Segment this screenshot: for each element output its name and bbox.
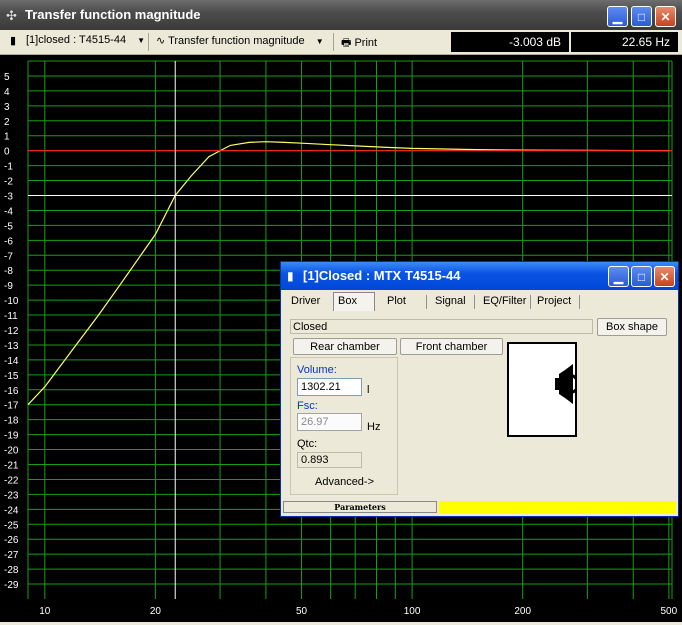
advanced-link[interactable]: Advanced-> xyxy=(315,476,374,488)
child-title-bar[interactable]: ▮ [1]Closed : MTX T4515-44 ▁ □ ✕ xyxy=(281,262,678,290)
child-close-button[interactable]: ✕ xyxy=(654,266,675,287)
tab-divider xyxy=(426,295,427,309)
close-button[interactable]: ✕ xyxy=(655,6,676,27)
y-tick-label: -22 xyxy=(4,475,19,486)
tab-divider xyxy=(579,295,580,309)
y-tick-label: -27 xyxy=(4,550,19,561)
toolbar-divider xyxy=(333,33,334,51)
document-icon: ▮ xyxy=(287,269,294,283)
y-tick-label: -11 xyxy=(4,311,18,322)
plot-type-dropdown[interactable]: ∿ Transfer function magnitude ▼ xyxy=(156,34,324,47)
y-tick-label: -7 xyxy=(4,251,13,262)
app-icon: ✣ xyxy=(6,8,17,23)
x-tick-label: 100 xyxy=(404,606,421,617)
box-type-field: Closed xyxy=(290,319,593,334)
child-window-title: [1]Closed : MTX T4515-44 xyxy=(303,268,461,283)
status-label: Parameters xyxy=(283,501,437,513)
y-tick-label: -10 xyxy=(4,296,19,307)
chevron-down-icon: ▼ xyxy=(315,37,324,46)
y-tick-label: -21 xyxy=(4,461,19,472)
tab-divider xyxy=(530,295,531,309)
x-tick-label: 20 xyxy=(150,606,162,617)
front-chamber-button[interactable]: Front chamber xyxy=(400,338,503,355)
maximize-button[interactable]: □ xyxy=(631,6,652,27)
y-tick-label: -16 xyxy=(4,386,19,397)
tab-eq-filter[interactable]: EQ/Filter xyxy=(479,293,530,310)
y-tick-label: -25 xyxy=(4,520,19,531)
volume-unit: l xyxy=(367,384,370,396)
y-tick-label: 4 xyxy=(4,87,10,98)
source-dropdown-label: [1]closed : T4515-44 xyxy=(26,34,127,46)
document-icon: ▮ xyxy=(10,35,17,47)
minimize-button[interactable]: ▁ xyxy=(607,6,628,27)
y-tick-label: -12 xyxy=(4,326,19,337)
db-readout: -3.003 dB xyxy=(451,32,569,52)
x-tick-label: 10 xyxy=(39,606,51,617)
child-minimize-button[interactable]: ▁ xyxy=(608,266,629,287)
y-tick-label: 1 xyxy=(4,132,10,143)
y-tick-label: -2 xyxy=(4,177,13,188)
y-tick-label: 5 xyxy=(4,72,10,83)
y-tick-label: -18 xyxy=(4,416,19,427)
y-tick-label: -20 xyxy=(4,446,19,457)
rear-chamber-button[interactable]: Rear chamber xyxy=(293,338,397,355)
x-tick-label: 50 xyxy=(296,606,308,617)
box-diagram xyxy=(507,342,580,437)
speaker-box-icon xyxy=(507,342,580,437)
fsc-label: Fsc: xyxy=(297,400,318,412)
status-progress xyxy=(439,501,676,513)
box-parameters-window: ▮ [1]Closed : MTX T4515-44 ▁ □ ✕ Driver … xyxy=(280,261,679,517)
tab-box[interactable]: Box xyxy=(333,292,375,311)
plot-type-label: Transfer function magnitude xyxy=(168,35,305,47)
y-tick-label: -6 xyxy=(4,236,13,247)
qtc-label: Qtc: xyxy=(297,438,318,450)
tab-driver[interactable]: Driver xyxy=(287,293,324,310)
y-tick-label: -3 xyxy=(4,192,13,203)
y-tick-label: -17 xyxy=(4,401,19,412)
y-tick-label: -15 xyxy=(4,371,19,382)
volume-label: Volume: xyxy=(297,364,337,376)
fsc-input[interactable]: 26.97 xyxy=(297,413,362,431)
window-title: Transfer function magnitude xyxy=(25,7,201,22)
hz-readout: 22.65 Hz xyxy=(571,32,678,52)
child-maximize-button[interactable]: □ xyxy=(631,266,652,287)
y-tick-label: -19 xyxy=(4,431,19,442)
toolbar: ▮ [1]closed : T4515-44 ▼ ∿ Transfer func… xyxy=(0,30,682,55)
y-tick-label: -4 xyxy=(4,206,13,217)
y-tick-label: -28 xyxy=(4,565,19,576)
box-shape-button[interactable]: Box shape xyxy=(597,318,667,336)
y-tick-label: -24 xyxy=(4,505,19,516)
qtc-value: 0.893 xyxy=(297,452,362,468)
y-tick-label: -8 xyxy=(4,266,13,277)
y-tick-label: 0 xyxy=(4,147,10,158)
printer-icon: 🖶 xyxy=(341,37,352,49)
tab-plot[interactable]: Plot xyxy=(383,293,410,310)
x-tick-label: 500 xyxy=(660,606,677,617)
x-tick-label: 200 xyxy=(514,606,531,617)
status-bar: Parameters xyxy=(283,501,676,513)
waveform-icon: ∿ xyxy=(156,35,166,47)
y-tick-label: 2 xyxy=(4,117,10,128)
fsc-unit: Hz xyxy=(367,421,381,433)
y-tick-label: -26 xyxy=(4,535,19,546)
print-button[interactable]: 🖶 Print xyxy=(341,34,377,53)
source-dropdown[interactable]: [1]closed : T4515-44 ▼ xyxy=(26,34,145,46)
print-label: Print xyxy=(354,37,378,49)
y-tick-label: -23 xyxy=(4,490,19,501)
y-tick-label: -14 xyxy=(4,356,19,367)
main-window: ✣ Transfer function magnitude ▁ □ ✕ ▮ [1… xyxy=(0,0,682,622)
chevron-down-icon: ▼ xyxy=(137,36,146,45)
y-tick-label: -9 xyxy=(4,281,13,292)
title-bar[interactable]: ✣ Transfer function magnitude ▁ □ ✕ xyxy=(0,0,682,30)
y-tick-label: -29 xyxy=(4,580,19,591)
y-tick-label: -5 xyxy=(4,221,13,232)
y-tick-label: -13 xyxy=(4,341,19,352)
y-tick-label: -1 xyxy=(4,162,13,173)
tab-project[interactable]: Project xyxy=(533,293,575,310)
volume-input[interactable]: 1302.21 xyxy=(297,378,362,396)
y-tick-label: 3 xyxy=(4,102,10,113)
tab-divider xyxy=(474,295,475,309)
toolbar-divider xyxy=(148,33,149,51)
tab-signal[interactable]: Signal xyxy=(431,293,470,310)
